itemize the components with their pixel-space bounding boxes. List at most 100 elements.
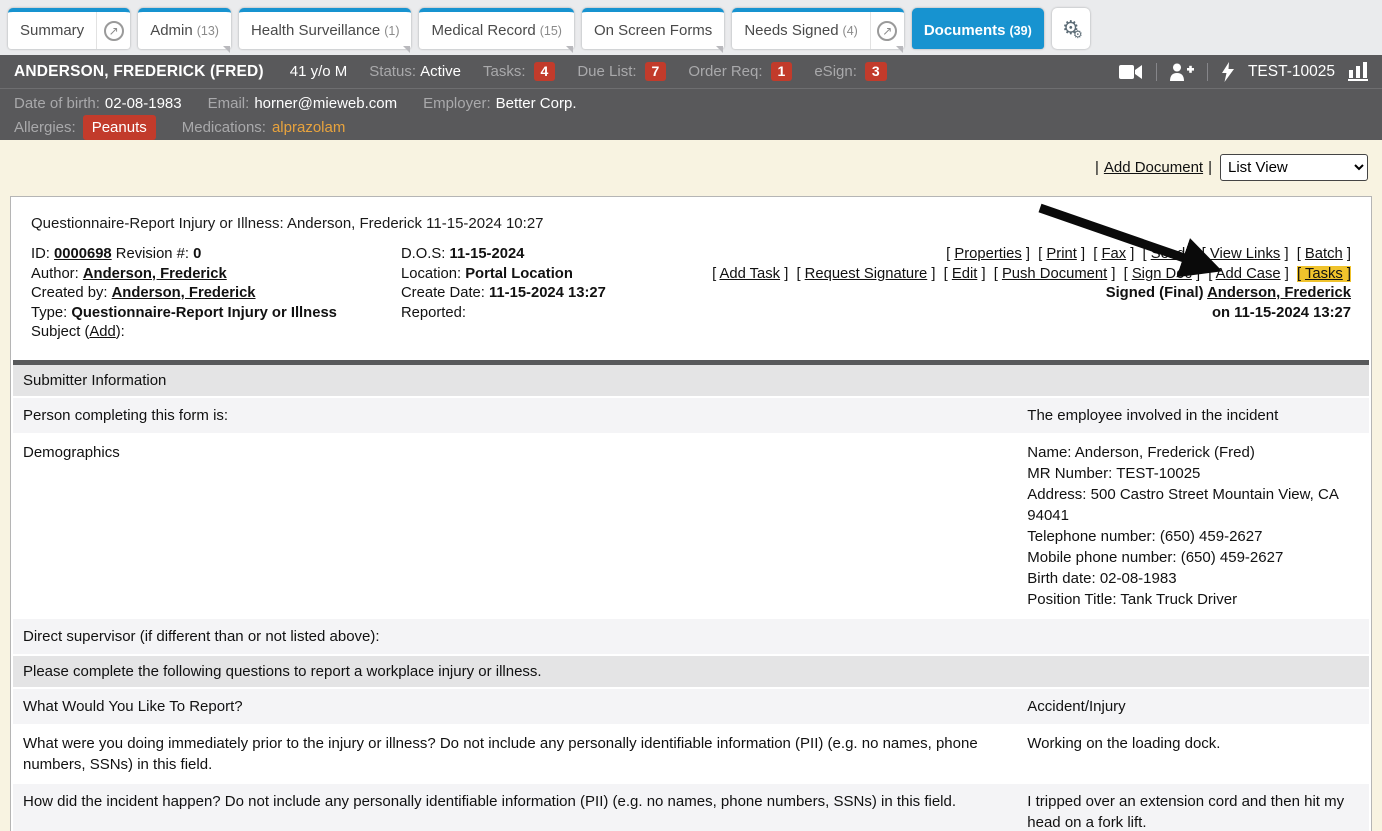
tasks-count-badge[interactable]: 4: [534, 62, 556, 81]
tab-label: Summary: [20, 22, 84, 39]
doc-dos-line: D.O.S: 11-15-2024: [401, 245, 701, 265]
tab-summary[interactable]: Summary ↗: [8, 8, 130, 49]
tab-health-surveillance[interactable]: Health Surveillance (1): [239, 8, 412, 49]
send-link[interactable]: Send: [1151, 246, 1186, 262]
separator: |: [1208, 159, 1212, 176]
bar-chart-icon[interactable]: [1348, 62, 1368, 81]
created-by-link[interactable]: Anderson, Frederick: [112, 285, 256, 301]
patient-status: Status: Active: [369, 63, 461, 80]
summary-popout-button[interactable]: ↗: [96, 12, 130, 49]
request-signature-link[interactable]: Request Signature: [805, 266, 928, 282]
question-cell: Direct supervisor (if different than or …: [13, 619, 1027, 654]
tab-count: (13): [197, 24, 219, 38]
section-header-row: Submitter Information: [13, 365, 1369, 396]
tab-label: Medical Record: [431, 22, 535, 39]
employer-field: Employer:Better Corp.: [423, 92, 576, 115]
divider: [1207, 63, 1208, 81]
patient-name: ANDERSON, FREDERICK (FRED): [14, 63, 264, 81]
answer-cell: I tripped over an extension cord and the…: [1027, 784, 1369, 831]
patient-header: ANDERSON, FREDERICK (FRED) 41 y/o M Stat…: [0, 55, 1382, 88]
tab-count: (15): [540, 24, 562, 38]
document-title: Questionnaire-Report Injury or Illness: …: [31, 215, 1371, 232]
medications-field: Medications: alprazolam: [182, 116, 346, 139]
answer-cell: Accident/Injury: [1027, 689, 1369, 724]
push-document-link[interactable]: Push Document: [1002, 266, 1107, 282]
add-person-icon[interactable]: [1170, 63, 1194, 81]
add-case-link[interactable]: Add Case: [1216, 266, 1281, 282]
due-list-counter[interactable]: Due List: 7: [577, 62, 666, 81]
question-cell: How did the incident happen? Do not incl…: [13, 784, 1027, 831]
tab-label: Documents: [924, 22, 1006, 39]
medication-value[interactable]: alprazolam: [272, 116, 345, 139]
print-link[interactable]: Print: [1046, 246, 1076, 262]
doc-type-line: Type: Questionnaire-Report Injury or Ill…: [31, 304, 401, 324]
doc-actions-row2: [ Add Task ] [ Request Signature ] [ Edi…: [701, 265, 1351, 285]
popout-icon: ↗: [877, 21, 897, 41]
table-row: Demographics Name: Anderson, Frederick (…: [13, 435, 1369, 617]
answer-cell: Working on the loading dock.: [1027, 726, 1369, 782]
tab-count: (1): [384, 24, 399, 38]
allergies-field: Allergies: Peanuts: [14, 115, 156, 140]
tab-label: Health Surveillance: [251, 22, 380, 39]
tasks-link-highlighted: [ Tasks ]: [1297, 266, 1351, 282]
add-document-link[interactable]: Add Document: [1104, 159, 1203, 176]
table-row: Person completing this form is: The empl…: [13, 398, 1369, 433]
author-link[interactable]: Anderson, Frederick: [83, 266, 227, 282]
allergy-badge[interactable]: Peanuts: [83, 115, 156, 140]
tab-count: (4): [843, 24, 858, 38]
due-list-count-badge[interactable]: 7: [645, 62, 667, 81]
add-task-link[interactable]: Add Task: [719, 266, 780, 282]
doc-actions-row1: [ Properties ] [ Print ] [ Fax ] [ Send …: [701, 245, 1351, 265]
table-row: Direct supervisor (if different than or …: [13, 619, 1369, 654]
tab-documents[interactable]: Documents(39): [912, 8, 1044, 49]
email-field: Email:horner@mieweb.com: [208, 92, 397, 115]
question-cell: Person completing this form is:: [13, 398, 1027, 433]
doc-reported-line: Reported:: [401, 304, 701, 324]
document-panel: Questionnaire-Report Injury or Illness: …: [10, 196, 1372, 831]
order-req-count-badge[interactable]: 1: [771, 62, 793, 81]
doc-create-date-line: Create Date: 11-15-2024 13:27: [401, 284, 701, 304]
tab-on-screen-forms[interactable]: On Screen Forms: [582, 8, 724, 49]
separator: |: [1095, 159, 1099, 176]
subject-add-link[interactable]: Add: [89, 324, 115, 340]
table-row: What were you doing immediately prior to…: [13, 726, 1369, 782]
patient-age-sex: 41 y/o M: [290, 63, 348, 80]
batch-link[interactable]: Batch: [1305, 246, 1343, 262]
tab-label: On Screen Forms: [594, 22, 712, 39]
doc-created-by-line: Created by: Anderson, Frederick: [31, 284, 401, 304]
esign-count-badge[interactable]: 3: [865, 62, 887, 81]
tasks-link[interactable]: Tasks: [1305, 266, 1343, 282]
esign-counter[interactable]: eSign: 3: [814, 62, 886, 81]
video-camera-icon[interactable]: [1119, 63, 1143, 81]
doc-id-link[interactable]: 0000698: [54, 246, 112, 262]
doc-location-line: Location: Portal Location: [401, 265, 701, 285]
section-header-row: Please complete the following questions …: [13, 656, 1369, 687]
dob-field: Date of birth:02-08-1983: [14, 92, 182, 115]
signed-line: Signed (Final) Anderson, Frederick: [701, 284, 1351, 304]
tab-medical-record[interactable]: Medical Record (15): [419, 8, 573, 49]
order-req-counter[interactable]: Order Req: 1: [688, 62, 792, 81]
tab-admin[interactable]: Admin (13): [138, 8, 231, 49]
answer-cell: [1027, 619, 1369, 654]
gear-small-icon: ⚙: [1073, 28, 1083, 41]
fax-link[interactable]: Fax: [1101, 246, 1126, 262]
tab-needs-signed[interactable]: Needs Signed (4) ↗: [732, 8, 904, 49]
view-mode-select[interactable]: List View: [1220, 154, 1368, 181]
question-cell: What were you doing immediately prior to…: [13, 726, 1027, 782]
tasks-counter[interactable]: Tasks: 4: [483, 62, 555, 81]
patient-mrn: TEST-10025: [1248, 63, 1335, 81]
tab-label: Needs Signed: [744, 22, 838, 39]
doc-author-line: Author: Anderson, Frederick: [31, 265, 401, 285]
edit-link[interactable]: Edit: [952, 266, 978, 282]
tab-settings-button[interactable]: ⚙ ⚙: [1052, 8, 1090, 49]
signed-by-link[interactable]: Anderson, Frederick: [1207, 285, 1351, 301]
properties-link[interactable]: Properties: [954, 246, 1021, 262]
needs-signed-popout-button[interactable]: ↗: [870, 12, 904, 49]
tab-label: Admin: [150, 22, 193, 39]
chart-tab-bar: Summary ↗ Admin (13) Health Surveillance (…: [0, 0, 1382, 55]
popout-icon: ↗: [104, 21, 124, 41]
sign-doc-link[interactable]: Sign Doc: [1132, 266, 1192, 282]
lightning-bolt-icon[interactable]: [1221, 62, 1235, 82]
table-row: How did the incident happen? Do not incl…: [13, 784, 1369, 831]
view-links-link[interactable]: View Links: [1210, 246, 1280, 262]
